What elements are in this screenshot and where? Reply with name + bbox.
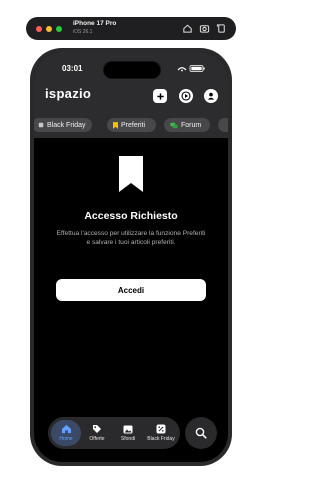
status-time: 03:01 <box>62 64 83 73</box>
os-version: iOS 26.1 <box>73 29 93 35</box>
home-icon[interactable] <box>182 23 193 34</box>
tab-label: Home <box>59 436 73 442</box>
phone-screen: 03:01 ispazio Black Friday Preferiti For… <box>34 52 228 462</box>
tab-label: Offerte <box>89 436 105 442</box>
chip-more[interactable] <box>218 118 228 132</box>
bookmark-icon <box>119 156 143 192</box>
percent-icon <box>156 424 166 434</box>
chat-icon <box>170 122 178 128</box>
status-icons <box>177 65 205 72</box>
page-title: Accesso Richiesto <box>84 210 178 222</box>
chip-label: Forum <box>181 121 202 129</box>
tab-black-friday[interactable]: Black Friday <box>144 420 178 446</box>
tab-home[interactable]: Home <box>51 420 81 446</box>
add-button[interactable] <box>153 89 167 103</box>
simulator-toolbar: iPhone 17 Pro iOS 26.1 <box>26 17 236 40</box>
home-icon <box>61 424 71 434</box>
app-logo: ispazio <box>45 86 92 101</box>
dynamic-island <box>103 61 161 79</box>
device-name: iPhone 17 Pro <box>73 20 117 27</box>
tag-icon <box>38 122 44 128</box>
plus-icon <box>156 92 164 100</box>
screenshot-icon[interactable] <box>199 23 210 34</box>
category-chips: Black Friday Preferiti Forum <box>34 116 228 136</box>
bookmark-icon <box>113 121 118 129</box>
minimize-window-button[interactable] <box>46 26 52 32</box>
image-icon <box>123 425 133 433</box>
play-circle-icon <box>181 91 191 101</box>
tab-offerte[interactable]: Offerte <box>82 420 112 446</box>
search-icon <box>195 427 207 439</box>
page-description: Effettua l'accesso per utilizzare la fun… <box>56 230 206 246</box>
chip-preferiti[interactable]: Preferiti <box>107 118 156 132</box>
tab-bar: Home Offerte Sfondi Black Friday <box>48 417 180 449</box>
tag-icon <box>93 425 101 433</box>
chip-label: Black Friday <box>47 121 86 129</box>
zoom-window-button[interactable] <box>56 26 62 32</box>
rotate-icon[interactable] <box>216 23 227 34</box>
login-button[interactable]: Accedi <box>56 279 206 301</box>
video-button[interactable] <box>179 89 193 103</box>
chip-black-friday[interactable]: Black Friday <box>34 118 92 132</box>
user-icon <box>207 92 215 100</box>
search-button[interactable] <box>185 417 217 449</box>
chip-forum[interactable]: Forum <box>164 118 210 132</box>
tab-label: Sfondi <box>120 435 136 442</box>
chip-label: Preferiti <box>121 121 146 129</box>
tab-label: Black Friday <box>147 436 175 442</box>
close-window-button[interactable] <box>36 26 42 32</box>
app-header: 03:01 ispazio Black Friday Preferiti For… <box>34 52 228 138</box>
tab-sfondi[interactable]: Sfondi <box>113 420 143 446</box>
account-button[interactable] <box>204 89 218 103</box>
